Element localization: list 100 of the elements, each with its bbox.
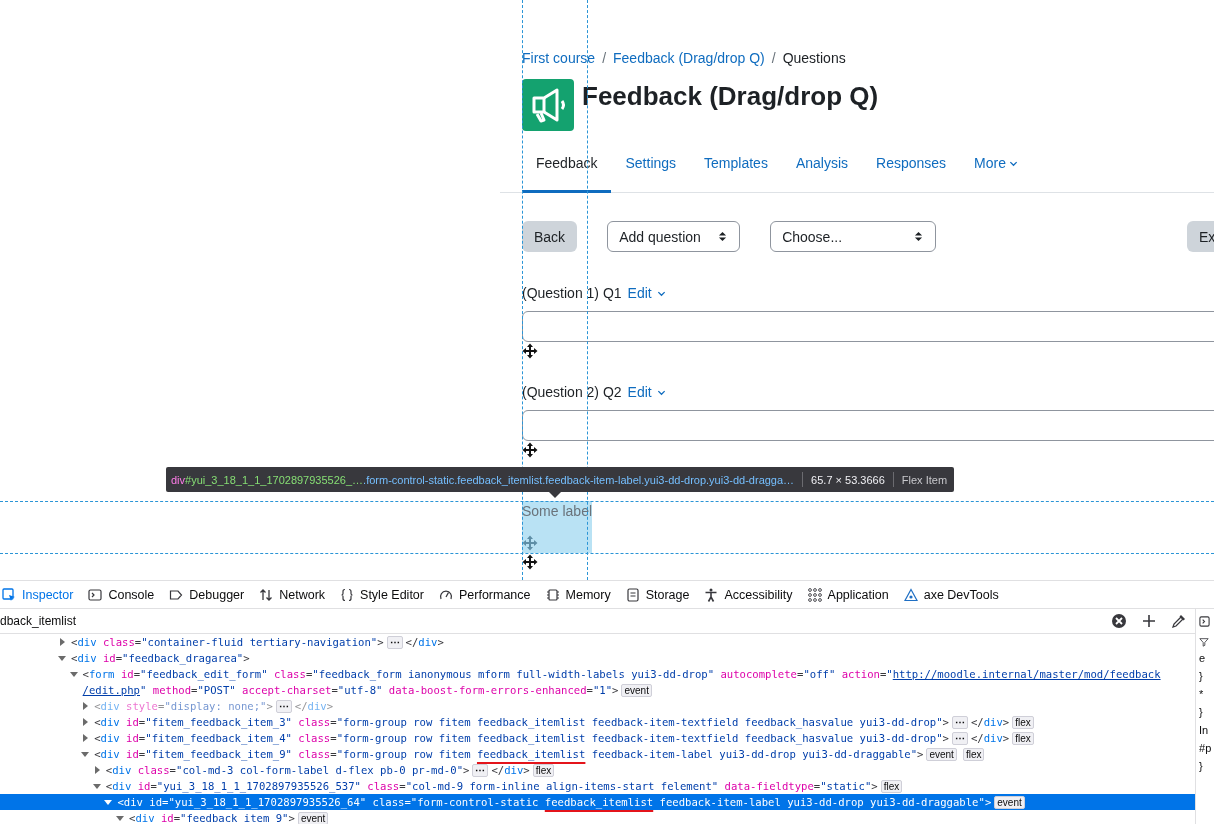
chip-icon bbox=[545, 587, 560, 602]
nav-tab[interactable]: Analysis bbox=[781, 143, 863, 193]
move-icon[interactable] bbox=[522, 343, 538, 359]
expand-badge[interactable]: ⋯ bbox=[275, 699, 292, 713]
code-text: <form id="feedback_edit_form" class="feedback_form ianonymous mform full-width-labels yui3-dd-drop" autocomplete="off" action="http://moodle.internal/master/mod/feedback bbox=[82, 667, 1161, 682]
node-badge[interactable]: flex bbox=[962, 747, 985, 761]
code-text: <div id="fitem_feedback_item_3" class="form-group row fitem feedback_itemlist feedback-item-textfield feedback_hasvalue yui3-dd-drop"> bbox=[94, 715, 949, 730]
rule-text: e bbox=[1199, 651, 1206, 665]
devtools-tab[interactable]: Accessibility bbox=[696, 581, 800, 608]
question-label: (Question 1) Q1 bbox=[522, 285, 622, 301]
nav-tab[interactable]: Feedback bbox=[522, 143, 612, 193]
rule-text: * bbox=[1199, 687, 1204, 701]
terminal-icon bbox=[88, 587, 103, 602]
layout-type-text: Flex Item bbox=[901, 473, 948, 486]
devtools-tab[interactable]: axe DevTools bbox=[895, 581, 1006, 608]
devtools-tab[interactable]: Style Editor bbox=[332, 581, 431, 608]
breadcrumb-link[interactable]: First course bbox=[522, 48, 596, 68]
tree-row[interactable]: <div class="col-md-3 col-form-label d-flex pb-0 pr-md-0"> ⋯ </div> flex bbox=[0, 762, 1196, 778]
devtools-tab[interactable]: Memory bbox=[537, 581, 618, 608]
tree-row[interactable]: <div class="container-fluid tertiary-navigation"> ⋯ </div> bbox=[0, 634, 1196, 650]
node-badge[interactable]: flex bbox=[1012, 715, 1034, 729]
rule-text: } bbox=[1199, 705, 1203, 719]
dot-grid-icon bbox=[807, 587, 822, 602]
nav-tab[interactable]: Responses bbox=[862, 143, 961, 193]
expand-badge[interactable]: ⋯ bbox=[951, 731, 968, 745]
person-icon bbox=[704, 587, 719, 602]
devtools-tab[interactable]: Application bbox=[799, 581, 896, 608]
braces-icon bbox=[340, 587, 355, 602]
code-text: <div class="container-fluid tertiary-navigation"> bbox=[71, 635, 384, 650]
edit-menu-link[interactable]: Edit bbox=[627, 384, 666, 400]
tree-row[interactable]: <div id="fitem_feedback_item_4" class="form-group row fitem feedback_itemlist feedback-item-textfield feedback_hasvalue yui3-dd-drop"> ⋯ </div> flex bbox=[0, 730, 1196, 746]
nav-tab[interactable]: Templates bbox=[690, 143, 782, 193]
input-field[interactable] bbox=[522, 410, 1214, 441]
rule-text: } bbox=[1199, 759, 1203, 773]
expand-arrow-icon[interactable] bbox=[57, 637, 67, 647]
node-badge[interactable]: flex bbox=[532, 763, 555, 777]
tree-row[interactable]: <div id="yui_3_18_1_1_1702897935526_64" class="form-control-static feedback_itemlist feedback-item-label yui3-dd-drop yui3-dd-draggable"> event bbox=[0, 794, 1196, 810]
edit-menu-link[interactable]: Edit bbox=[627, 285, 666, 301]
up-down-caret-icon[interactable] bbox=[718, 230, 728, 243]
rule-text: } bbox=[1199, 669, 1203, 683]
code-text: </div> bbox=[405, 635, 444, 650]
node-badge[interactable]: event bbox=[926, 747, 957, 761]
expand-badge[interactable]: ⋯ bbox=[951, 715, 968, 729]
tree-row[interactable]: <div id="feedback_dragarea"> bbox=[0, 650, 1196, 666]
code-text: <div style="display: none;"> bbox=[94, 699, 273, 714]
node-badge[interactable]: event bbox=[297, 811, 329, 824]
megaphone-icon bbox=[522, 79, 574, 131]
expand-badge[interactable]: ⋯ bbox=[386, 635, 403, 649]
move-icon[interactable] bbox=[522, 554, 538, 570]
code-text: <div id="yui_3_18_1_1_1702897935526_537" class="col-md-9 form-inline align-items-start felement" data-fieldtype="static"> bbox=[105, 779, 878, 794]
node-badge[interactable]: flex bbox=[1012, 731, 1034, 745]
input-field[interactable] bbox=[522, 311, 1214, 342]
tree-row[interactable]: <div style="display: none;"> ⋯ </div> bbox=[0, 698, 1196, 714]
label-icon bbox=[169, 587, 184, 602]
rule-text: In bbox=[1199, 723, 1209, 737]
collapse-arrow-icon[interactable] bbox=[103, 797, 114, 807]
devtools-tab[interactable]: Inspector bbox=[0, 581, 81, 608]
code-text: <div id="fitem_feedback_item_9" class="form-group row fitem feedback_itemlist feedback-item-label yui3-dd-drop yui3-dd-draggable"> bbox=[94, 747, 924, 762]
box-cursor-icon bbox=[2, 587, 16, 602]
collapse-arrow-icon[interactable] bbox=[115, 813, 125, 823]
expand-badge[interactable]: ⋯ bbox=[472, 763, 489, 777]
node-badge[interactable]: event bbox=[994, 795, 1025, 809]
up-down-arrows-icon bbox=[259, 587, 274, 602]
code-text: <div id="feedback_item_9"> bbox=[129, 811, 295, 824]
code-text: <div id="fitem_feedback_item_4" class="form-group row fitem feedback_itemlist feedback-item-textfield feedback_hasvalue yui3-dd-drop"> bbox=[94, 731, 949, 746]
tree-row[interactable]: <div id="fitem_feedback_item_3" class="form-group row fitem feedback_itemlist feedback-item-textfield feedback_hasvalue yui3-dd-drop"> ⋯ </div> flex bbox=[0, 714, 1196, 730]
add-icon[interactable] bbox=[1141, 613, 1158, 629]
collapse-arrow-icon[interactable] bbox=[57, 653, 67, 663]
breadcrumb-link[interactable]: Feedback (Drag/drop Q) bbox=[613, 48, 765, 68]
up-down-caret-icon[interactable] bbox=[914, 230, 924, 243]
collapse-arrow-icon[interactable] bbox=[91, 781, 102, 791]
panel-toggle-icon[interactable] bbox=[1199, 616, 1211, 627]
tree-row[interactable]: <div id="fitem_feedback_item_9" class="form-group row fitem feedback_itemlist feedback-item-label yui3-dd-drop yui3-dd-draggable"> event flex bbox=[0, 746, 1196, 762]
eyedropper-icon[interactable] bbox=[1171, 613, 1188, 629]
node-badge[interactable]: event bbox=[621, 683, 652, 697]
dropdown-select[interactable]: Add question bbox=[607, 221, 741, 252]
dropdown-select[interactable]: Choose... bbox=[770, 221, 937, 252]
selector-text: div#yui_3_18_1_1_1702897935526_….form-control-static.feedback_itemlist.feedback-item-label.yui3-dd-drop.yui3-dd-dragga… bbox=[171, 473, 795, 486]
nav-tab[interactable]: Settings bbox=[611, 143, 691, 193]
devtools-tab[interactable]: Network bbox=[251, 581, 333, 608]
collapse-arrow-icon[interactable] bbox=[80, 749, 91, 759]
devtools-tab[interactable]: Debugger bbox=[161, 581, 252, 608]
nav-tab[interactable]: More bbox=[960, 143, 1032, 193]
devtools-tab[interactable]: Storage bbox=[617, 581, 697, 608]
back-button[interactable]: Back bbox=[522, 221, 578, 252]
tree-row[interactable]: <div id="yui_3_18_1_1_1702897935526_537" class="col-md-9 form-inline align-items-start felement" data-fieldtype="static"> flex bbox=[0, 778, 1196, 794]
node-badge[interactable]: flex bbox=[880, 779, 903, 793]
devtools-tab[interactable]: Performance bbox=[430, 581, 538, 608]
tree-row[interactable]: <div id="feedback_item_9"> event bbox=[0, 810, 1196, 824]
devtools-tab[interactable]: Console bbox=[80, 581, 162, 608]
collapse-arrow-icon[interactable] bbox=[68, 669, 79, 679]
breadcrumb-current: Questions bbox=[782, 49, 846, 68]
code-text: <div class="col-md-3 col-form-label d-flex pb-0 pr-md-0"> bbox=[105, 763, 470, 778]
static-label: Some label bbox=[522, 502, 593, 521]
filter-icon[interactable] bbox=[1199, 637, 1210, 647]
clear-icon[interactable] bbox=[1111, 613, 1128, 629]
move-icon[interactable] bbox=[522, 442, 538, 458]
code-text: </div> bbox=[970, 731, 1010, 746]
rule-text: #p bbox=[1199, 741, 1212, 755]
triangle-icon bbox=[903, 587, 918, 602]
